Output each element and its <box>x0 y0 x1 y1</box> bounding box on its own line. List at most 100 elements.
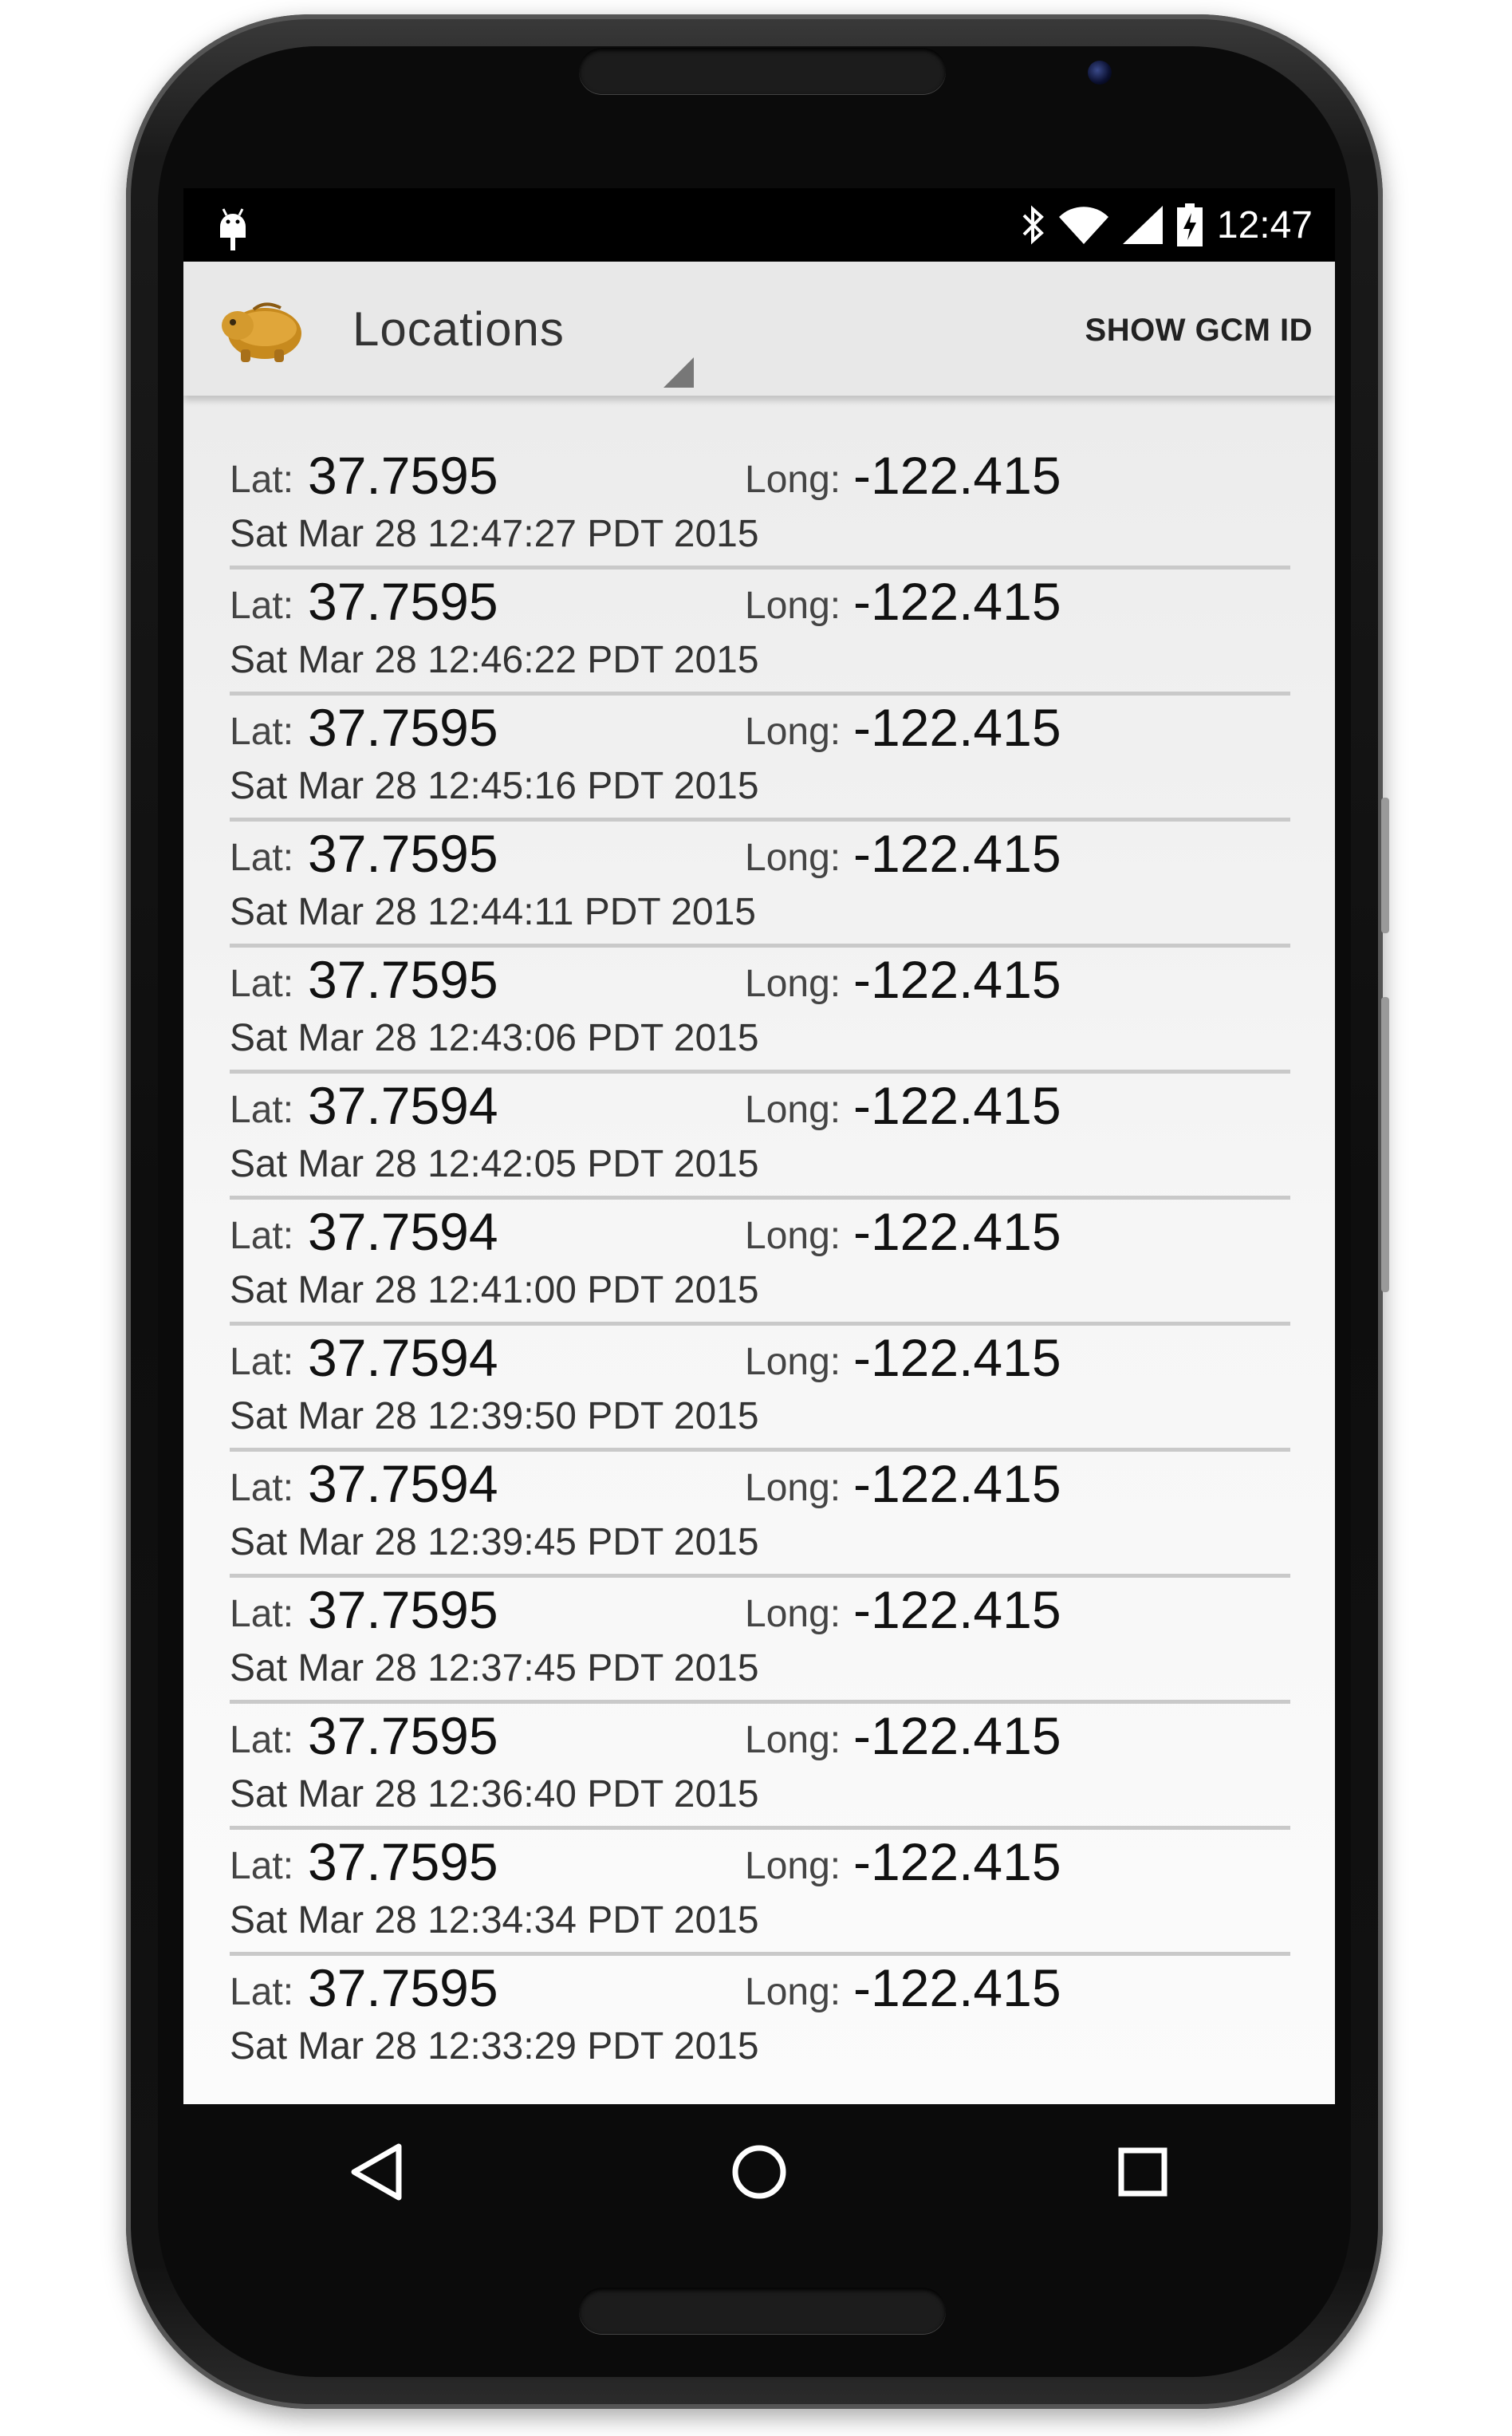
lat-value: 37.7595 <box>308 698 498 757</box>
long-value: -122.415 <box>853 1202 1061 1261</box>
lat-value: 37.7595 <box>308 1832 498 1891</box>
lat-label: Lat: <box>230 1719 294 1761</box>
spinner-title[interactable]: Locations <box>352 302 565 357</box>
list-item[interactable]: Lat: 37.7595 Long: -122.415 Sat Mar 28 12:47… <box>230 443 1290 570</box>
lat-value: 37.7594 <box>308 1454 498 1513</box>
timestamp: Sat Mar 28 12:47:27 PDT 2015 <box>230 513 759 555</box>
lat-value: 37.7595 <box>308 572 498 631</box>
lat-value: 37.7595 <box>308 824 498 883</box>
timestamp: Sat Mar 28 12:39:50 PDT 2015 <box>230 1395 759 1437</box>
timestamp: Sat Mar 28 12:37:45 PDT 2015 <box>230 1647 759 1689</box>
long-label: Long: <box>745 1341 841 1383</box>
list-item[interactable]: Lat: 37.7595 Long: -122.415 Sat Mar 28 12:45… <box>230 696 1290 822</box>
action-bar: Locations SHOW GCM ID <box>183 262 1335 396</box>
timestamp: Sat Mar 28 12:34:34 PDT 2015 <box>230 1899 759 1941</box>
list-item[interactable]: Lat: 37.7594 Long: -122.415 Sat Mar 28 12:42… <box>230 1074 1290 1200</box>
long-label: Long: <box>745 1593 841 1635</box>
list-item[interactable]: Lat: 37.7594 Long: -122.415 Sat Mar 28 12:39… <box>230 1326 1290 1452</box>
long-label: Long: <box>745 1845 841 1887</box>
lat-label: Lat: <box>230 585 294 627</box>
lat-label: Lat: <box>230 711 294 753</box>
earpiece-speaker <box>579 48 946 94</box>
lat-label: Lat: <box>230 1467 294 1509</box>
timestamp: Sat Mar 28 12:45:16 PDT 2015 <box>230 765 759 807</box>
timestamp: Sat Mar 28 12:41:00 PDT 2015 <box>230 1269 759 1311</box>
navigation-bar <box>183 2104 1335 2240</box>
locations-list[interactable]: Lat: 37.7595 Long: -122.415 Sat Mar 28 12:47… <box>230 443 1290 2095</box>
long-label: Long: <box>745 711 841 753</box>
bluetooth-icon <box>1022 205 1044 245</box>
bottom-speaker <box>579 2288 946 2334</box>
back-button[interactable] <box>328 2124 423 2220</box>
recents-icon <box>1118 2147 1167 2197</box>
timestamp: Sat Mar 28 12:42:05 PDT 2015 <box>230 1143 759 1185</box>
long-label: Long: <box>745 837 841 879</box>
timestamp: Sat Mar 28 12:44:11 PDT 2015 <box>230 891 756 933</box>
long-label: Long: <box>745 1215 841 1257</box>
device-screen: 12:47 Locations SHOW GCM ID Lat: 37.7595 L… <box>183 188 1335 2104</box>
android-debug-icon <box>220 208 246 250</box>
list-item[interactable]: Lat: 37.7595 Long: -122.415 Sat Mar 28 12:37… <box>230 1578 1290 1704</box>
long-value: -122.415 <box>853 1454 1061 1513</box>
lat-value: 37.7595 <box>308 1706 498 1765</box>
lat-value: 37.7594 <box>308 1202 498 1261</box>
long-label: Long: <box>745 585 841 627</box>
app-logo-icon <box>222 302 301 362</box>
long-value: -122.415 <box>853 1076 1061 1135</box>
front-camera <box>1088 61 1112 85</box>
lat-label: Lat: <box>230 1215 294 1257</box>
battery-charging-icon <box>1176 203 1203 246</box>
long-value: -122.415 <box>853 698 1061 757</box>
spinner-dropdown-icon[interactable] <box>663 357 694 388</box>
home-icon <box>732 2145 786 2199</box>
lat-value: 37.7595 <box>308 950 498 1009</box>
lat-value: 37.7595 <box>308 1580 498 1639</box>
long-value: -122.415 <box>853 1958 1061 2017</box>
timestamp: Sat Mar 28 12:43:06 PDT 2015 <box>230 1017 759 1059</box>
lat-label: Lat: <box>230 1089 294 1131</box>
power-button <box>1381 798 1389 933</box>
lat-label: Lat: <box>230 459 294 501</box>
long-value: -122.415 <box>853 1328 1061 1387</box>
timestamp: Sat Mar 28 12:33:29 PDT 2015 <box>230 2025 759 2067</box>
list-item[interactable]: Lat: 37.7595 Long: -122.415 Sat Mar 28 12:46… <box>230 570 1290 696</box>
list-item[interactable]: Lat: 37.7595 Long: -122.415 Sat Mar 28 12:43… <box>230 948 1290 1074</box>
long-label: Long: <box>745 963 841 1005</box>
volume-button <box>1381 997 1389 1292</box>
timestamp: Sat Mar 28 12:46:22 PDT 2015 <box>230 639 759 681</box>
list-item[interactable]: Lat: 37.7595 Long: -122.415 Sat Mar 28 12:34… <box>230 1830 1290 1956</box>
locations-content: Lat: 37.7595 Long: -122.415 Sat Mar 28 12:47… <box>183 396 1335 2104</box>
long-value: -122.415 <box>853 1580 1061 1639</box>
lat-label: Lat: <box>230 1341 294 1383</box>
long-value: -122.415 <box>853 446 1061 505</box>
status-time: 12:47 <box>1216 203 1313 246</box>
status-bar: 12:47 <box>183 188 1335 262</box>
long-label: Long: <box>745 1089 841 1131</box>
long-value: -122.415 <box>853 572 1061 631</box>
recents-button[interactable] <box>1095 2124 1191 2220</box>
list-item[interactable]: Lat: 37.7595 Long: -122.415 Sat Mar 28 12:36… <box>230 1704 1290 1830</box>
lat-value: 37.7595 <box>308 446 498 505</box>
list-item[interactable]: Lat: 37.7594 Long: -122.415 Sat Mar 28 12:41… <box>230 1200 1290 1326</box>
list-item[interactable]: Lat: 37.7595 Long: -122.415 Sat Mar 28 12:44… <box>230 822 1290 948</box>
lat-label: Lat: <box>230 837 294 879</box>
timestamp: Sat Mar 28 12:36:40 PDT 2015 <box>230 1773 759 1815</box>
status-icons: 12:47 <box>1021 199 1313 250</box>
list-item[interactable]: Lat: 37.7594 Long: -122.415 Sat Mar 28 12:39… <box>230 1452 1290 1578</box>
cell-signal-icon <box>1122 206 1163 244</box>
list-item[interactable]: Lat: 37.7595 Long: -122.415 Sat Mar 28 12:33… <box>230 1956 1290 2082</box>
home-button[interactable] <box>711 2124 807 2220</box>
lat-label: Lat: <box>230 1593 294 1635</box>
long-label: Long: <box>745 1467 841 1509</box>
timestamp: Sat Mar 28 12:39:45 PDT 2015 <box>230 1521 759 1563</box>
long-label: Long: <box>745 1719 841 1761</box>
show-gcm-id-button[interactable]: SHOW GCM ID <box>1085 313 1313 349</box>
lat-value: 37.7594 <box>308 1328 498 1387</box>
lat-value: 37.7594 <box>308 1076 498 1135</box>
long-value: -122.415 <box>853 1832 1061 1891</box>
lat-label: Lat: <box>230 1845 294 1887</box>
lat-value: 37.7595 <box>308 1958 498 2017</box>
long-label: Long: <box>745 1971 841 2013</box>
lat-label: Lat: <box>230 963 294 1005</box>
long-value: -122.415 <box>853 950 1061 1009</box>
